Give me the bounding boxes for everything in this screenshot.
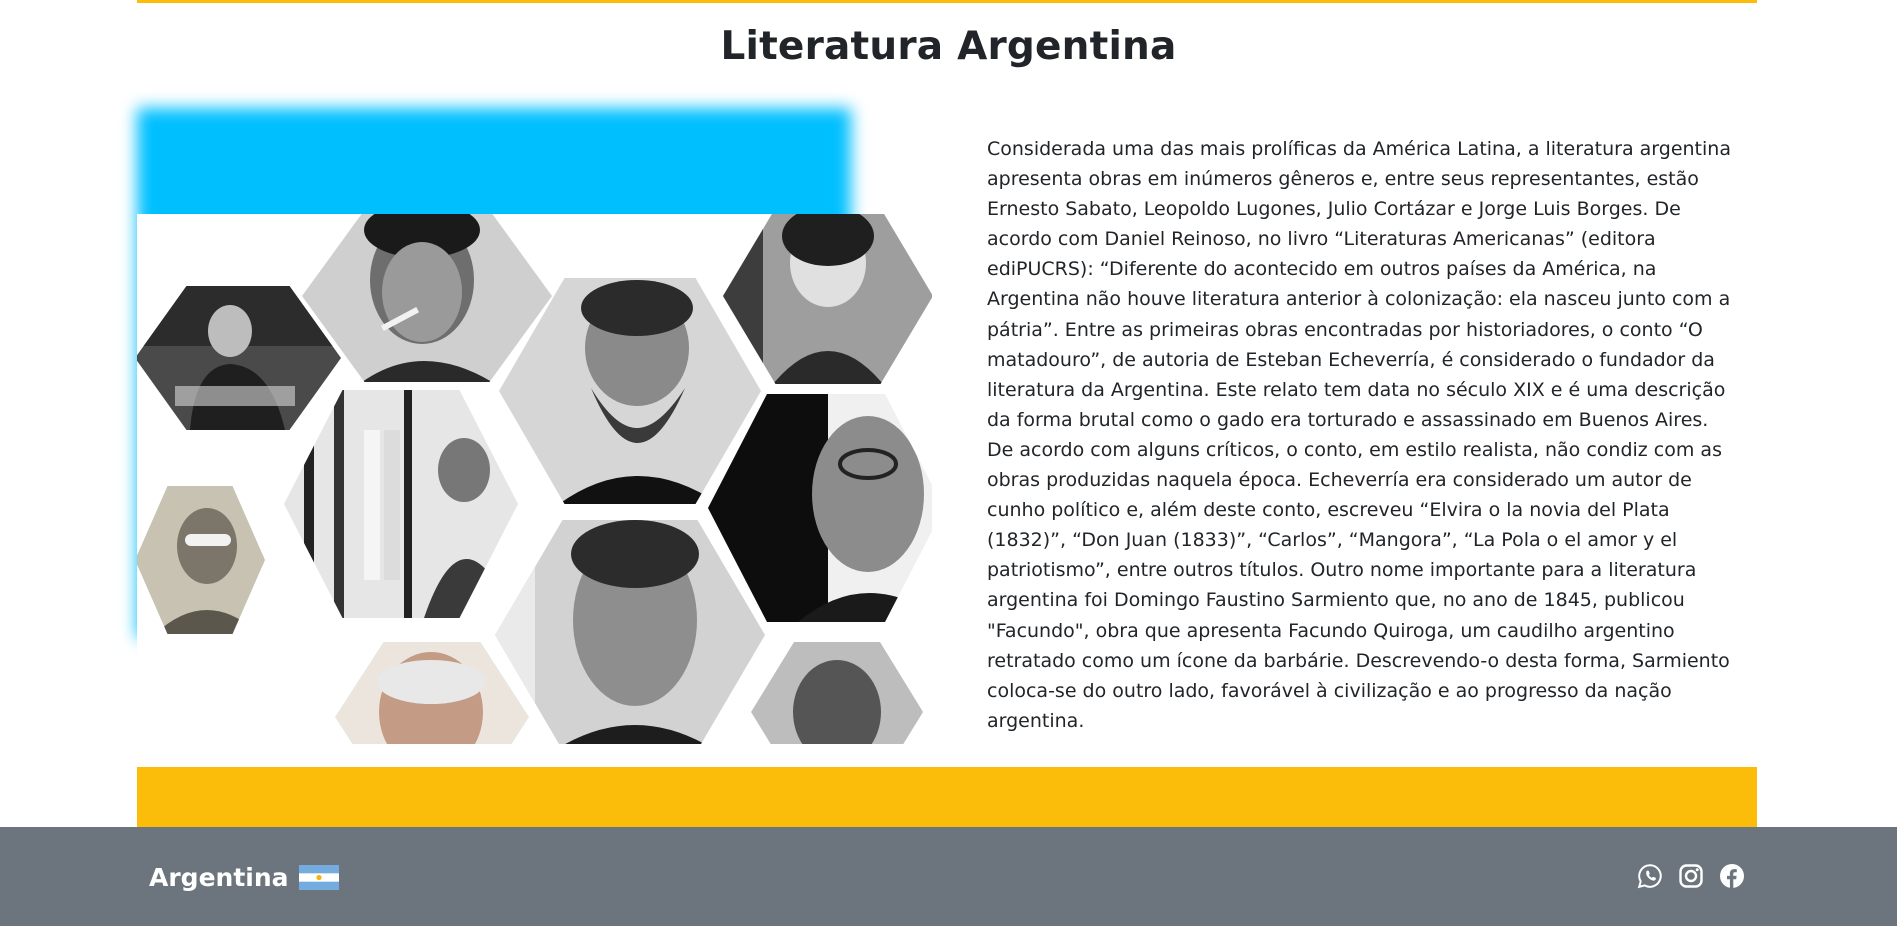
- portrait-hex: [751, 642, 923, 744]
- social-links: [1637, 863, 1745, 889]
- portrait-hex: [335, 642, 529, 744]
- top-accent-line: [137, 0, 1757, 3]
- facebook-icon[interactable]: [1719, 863, 1745, 889]
- writers-image-block: [137, 108, 932, 744]
- whatsapp-icon[interactable]: [1637, 863, 1663, 889]
- portrait-hex: [137, 286, 341, 430]
- footer-brand-text: Argentina: [149, 862, 289, 892]
- portrait-hex: [708, 394, 932, 622]
- portrait-hex: [495, 520, 765, 744]
- literature-description: Considerada uma das mais prolíficas da A…: [987, 138, 1731, 732]
- portrait-hex: [284, 390, 518, 618]
- portrait-hex: [137, 486, 265, 634]
- page-title: Literatura Argentina: [720, 24, 1177, 69]
- argentina-flag-icon: [298, 864, 339, 890]
- yellow-band: [137, 767, 1757, 827]
- page: Literatura Argentina Considerada uma das…: [0, 0, 1897, 926]
- footer: Argentina: [0, 827, 1897, 926]
- instagram-icon[interactable]: [1678, 863, 1704, 889]
- writers-collage-image: [137, 214, 932, 744]
- footer-brand-link[interactable]: Argentina: [149, 857, 339, 897]
- portrait-hex: [723, 214, 932, 384]
